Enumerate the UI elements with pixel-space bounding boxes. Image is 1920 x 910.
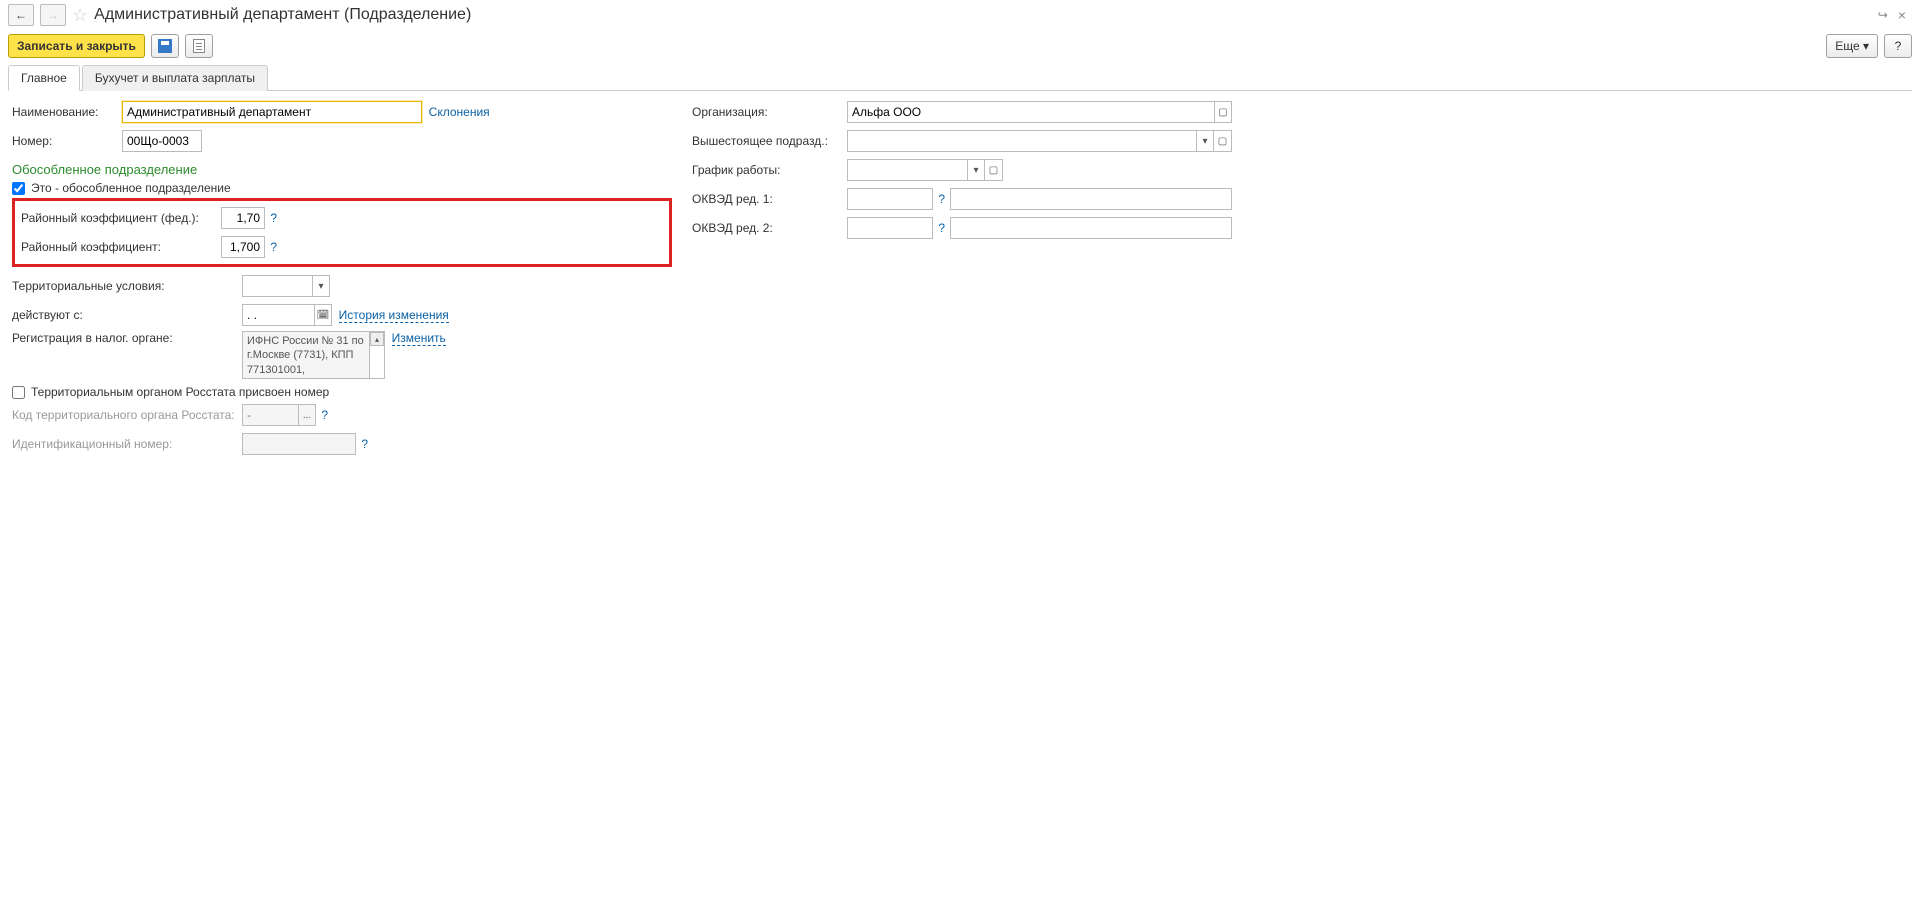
parent-label: Вышестоящее подразд.:: [692, 134, 847, 148]
name-label: Наименование:: [12, 105, 122, 119]
name-input[interactable]: [122, 101, 422, 123]
coef-label: Районный коэффициент:: [21, 240, 221, 254]
chevron-down-icon: ▾: [1863, 39, 1869, 53]
declension-link[interactable]: Склонения: [429, 105, 490, 119]
highlighted-coefficients-box: Районный коэффициент (фед.): ? Районный …: [12, 198, 672, 267]
parent-input[interactable]: [847, 130, 1196, 152]
close-icon[interactable]: ×: [1898, 7, 1906, 23]
rosstat-code-input: [242, 404, 298, 426]
coef-fed-help[interactable]: ?: [268, 211, 279, 225]
territory-label: Территориальные условия:: [12, 279, 242, 293]
chevron-down-icon: ▾: [1202, 136, 1207, 147]
document-button[interactable]: [185, 34, 213, 58]
schedule-dropdown-button[interactable]: ▾: [967, 159, 985, 181]
effective-from-input[interactable]: [242, 304, 314, 326]
tax-change-link[interactable]: Изменить: [392, 331, 446, 346]
org-label: Организация:: [692, 105, 847, 119]
rosstat-assigned-checkbox[interactable]: [12, 386, 25, 399]
page-title: Административный департамент (Подразделе…: [94, 6, 471, 24]
okved2-label: ОКВЭД ред. 2:: [692, 221, 847, 235]
schedule-input[interactable]: [847, 159, 967, 181]
chevron-down-icon: ▾: [318, 281, 323, 292]
separate-unit-checkbox-label: Это - обособленное подразделение: [31, 181, 231, 195]
save-button[interactable]: [151, 34, 179, 58]
org-input[interactable]: [847, 101, 1214, 123]
separate-unit-checkbox[interactable]: [12, 182, 25, 195]
id-number-label: Идентификационный номер:: [12, 437, 242, 451]
rosstat-code-help[interactable]: ?: [319, 408, 330, 422]
okved2-name-input[interactable]: [950, 217, 1232, 239]
rosstat-assigned-label: Территориальным органом Росстата присвое…: [31, 385, 329, 399]
open-icon: ▢: [1218, 107, 1227, 118]
tax-reg-scroll-up[interactable]: ▴: [370, 332, 384, 346]
coef-fed-label: Районный коэффициент (фед.):: [21, 211, 221, 225]
parent-dropdown-button[interactable]: ▾: [1196, 130, 1214, 152]
number-input[interactable]: [122, 130, 202, 152]
okved1-name-input[interactable]: [950, 188, 1232, 210]
separate-unit-section-title: Обособленное подразделение: [12, 162, 672, 177]
effective-from-label: действуют с:: [12, 308, 242, 322]
open-icon: ▢: [989, 165, 998, 176]
tab-main[interactable]: Главное: [8, 65, 80, 91]
okved1-help[interactable]: ?: [936, 192, 947, 206]
tax-reg-display: ИФНС России № 31 по г.Москве (7731), КПП…: [242, 331, 370, 379]
open-icon: ▢: [1218, 136, 1227, 147]
org-open-button[interactable]: ▢: [1214, 101, 1232, 123]
dots-icon: ...: [303, 410, 311, 421]
help-button[interactable]: ?: [1884, 34, 1912, 58]
effective-from-calendar-button[interactable]: 🗓: [314, 304, 332, 326]
rosstat-code-lookup-button: ...: [298, 404, 316, 426]
coef-input[interactable]: [221, 236, 265, 258]
save-close-button[interactable]: Записать и закрыть: [8, 34, 145, 58]
schedule-open-button[interactable]: ▢: [985, 159, 1003, 181]
nav-forward-button[interactable]: →: [40, 4, 66, 26]
more-button[interactable]: Еще ▾: [1826, 34, 1878, 58]
chevron-down-icon: ▾: [973, 165, 978, 176]
id-number-help[interactable]: ?: [359, 437, 370, 451]
chevron-up-icon: ▴: [375, 335, 379, 344]
id-number-input: [242, 433, 356, 455]
territory-dropdown-button[interactable]: ▾: [312, 275, 330, 297]
okved1-label: ОКВЭД ред. 1:: [692, 192, 847, 206]
tax-reg-label: Регистрация в налог. органе:: [12, 331, 242, 345]
territory-input[interactable]: [242, 275, 312, 297]
okved1-code-input[interactable]: [847, 188, 933, 210]
arrow-left-icon: ←: [15, 8, 27, 22]
history-link[interactable]: История изменения: [339, 308, 449, 323]
schedule-label: График работы:: [692, 163, 847, 177]
diskette-icon: [158, 39, 172, 53]
tab-accounting[interactable]: Бухучет и выплата зарплаты: [82, 65, 268, 91]
rosstat-code-label: Код территориального органа Росстата:: [12, 408, 242, 422]
favorite-star-icon[interactable]: ☆: [72, 5, 88, 26]
coef-help[interactable]: ?: [268, 240, 279, 254]
document-icon: [193, 39, 205, 53]
okved2-code-input[interactable]: [847, 217, 933, 239]
coef-fed-input[interactable]: [221, 207, 265, 229]
parent-open-button[interactable]: ▢: [1214, 130, 1232, 152]
calendar-icon: 🗓: [317, 310, 330, 321]
okved2-help[interactable]: ?: [936, 221, 947, 235]
nav-back-button[interactable]: ←: [8, 4, 34, 26]
external-link-icon[interactable]: ↪: [1878, 8, 1888, 22]
number-label: Номер:: [12, 134, 122, 148]
arrow-right-icon: →: [47, 8, 59, 22]
